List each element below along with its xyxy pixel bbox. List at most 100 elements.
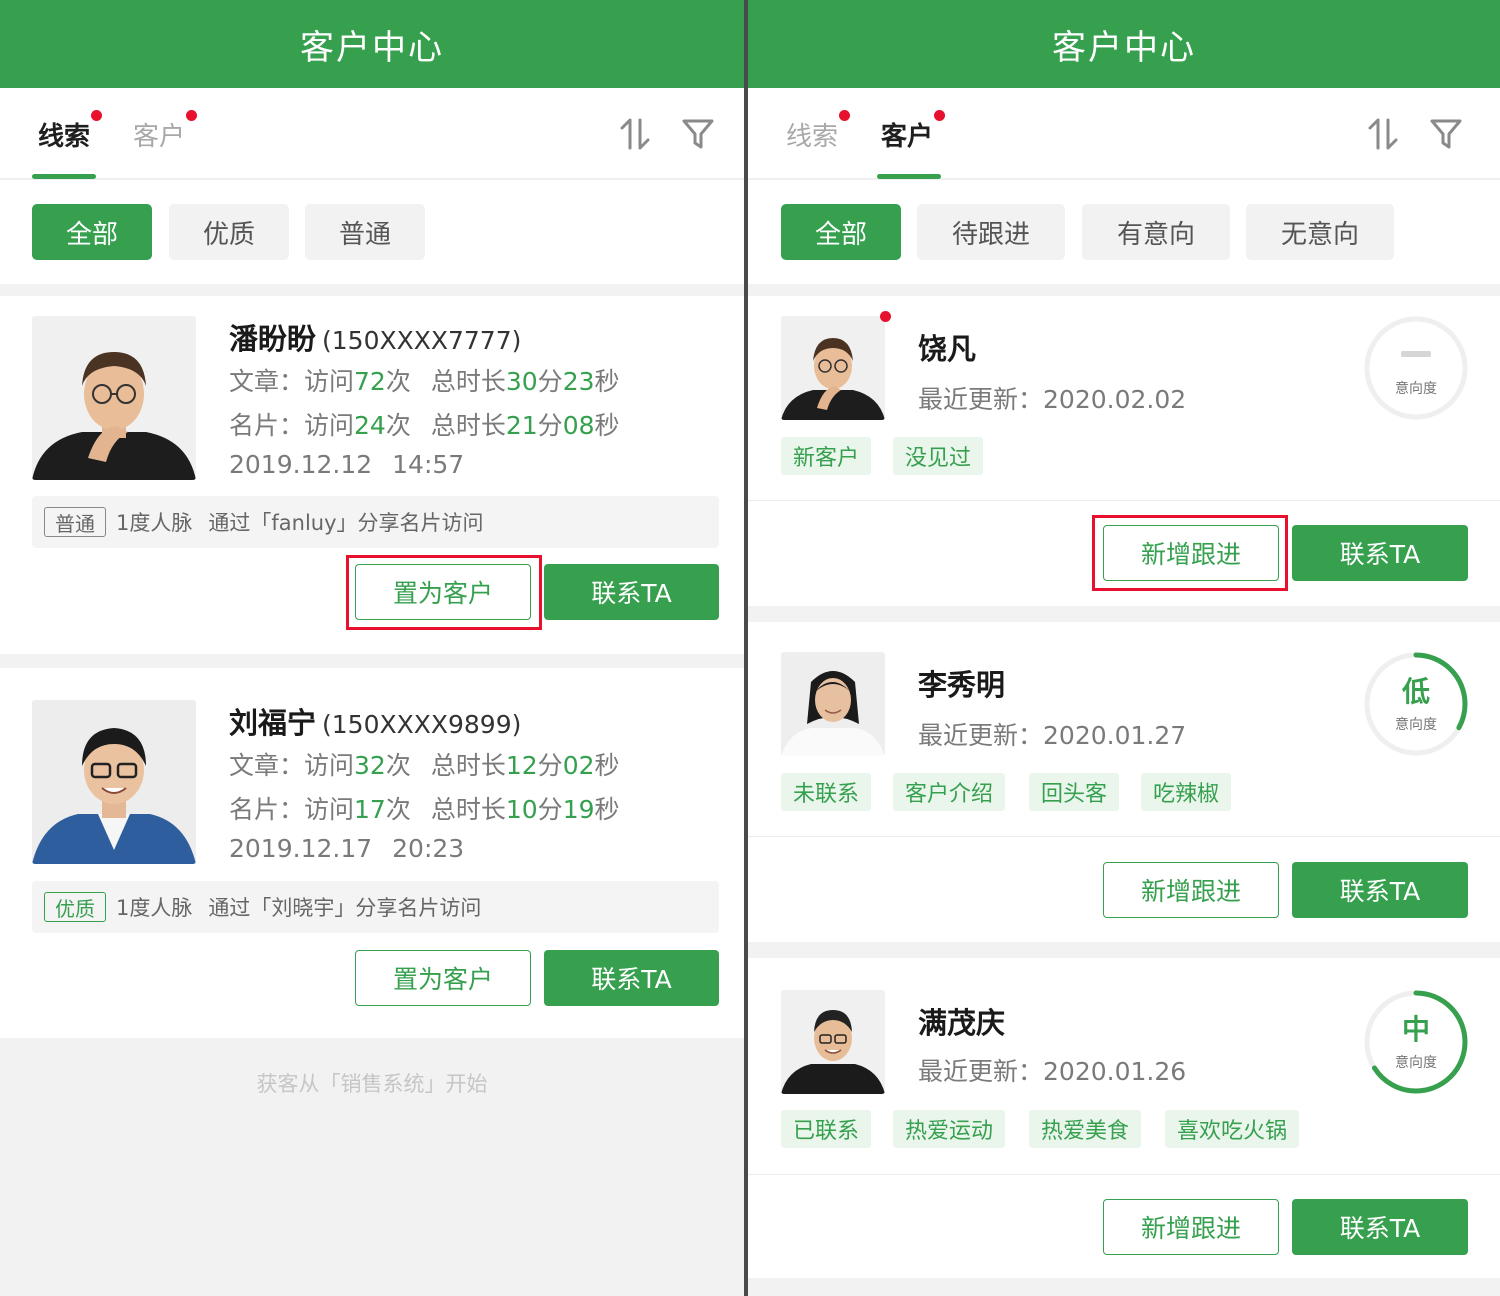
add-follow-up-button[interactable]: 新增跟进 bbox=[1103, 862, 1279, 918]
set-as-customer-button[interactable]: 置为客户 bbox=[355, 950, 531, 1006]
unit-text: 秒 bbox=[594, 367, 620, 396]
source-text: 通过「刘晓宇」分享名片访问 bbox=[208, 896, 482, 920]
contact-button[interactable]: 联系TA bbox=[1292, 862, 1468, 918]
lead-name: 潘盼盼 bbox=[229, 322, 317, 356]
intent-value: 低 bbox=[1401, 675, 1430, 708]
customer-card: 李秀明 最近更新：2020.01.27 低 意向度 未联系 客户介绍 回头客 吃… bbox=[748, 622, 1500, 942]
contact-button[interactable]: 联系TA bbox=[1292, 525, 1468, 581]
stat-label: 名片：访问 bbox=[229, 411, 355, 440]
intent-label: 意向度 bbox=[1395, 1055, 1437, 1071]
stat-label: 总时长 bbox=[430, 411, 506, 440]
avatar bbox=[781, 316, 885, 420]
tab-leads[interactable]: 线索 bbox=[38, 110, 103, 153]
duration-seconds: 08 bbox=[562, 411, 595, 440]
customer-tag: 喜欢吃火锅 bbox=[1165, 1110, 1300, 1148]
avatar bbox=[32, 700, 196, 864]
visit-count: 24 bbox=[354, 411, 386, 440]
filter-normal[interactable]: 普通 bbox=[305, 204, 425, 260]
tab-customers[interactable]: 客户 bbox=[133, 110, 198, 153]
stat-label: 文章：访问 bbox=[229, 751, 355, 780]
unit-text: 分 bbox=[537, 367, 563, 396]
source-text: 通过「fanluy」分享名片访问 bbox=[208, 511, 484, 535]
visit-time: 20:23 bbox=[392, 834, 465, 863]
unit-text: 次 bbox=[385, 795, 411, 824]
avatar bbox=[781, 652, 885, 756]
duration-minutes: 12 bbox=[505, 751, 538, 780]
filter-all[interactable]: 全部 bbox=[32, 204, 152, 260]
filter-interested[interactable]: 有意向 bbox=[1082, 204, 1230, 260]
stat-label: 总时长 bbox=[430, 367, 506, 396]
filter-all[interactable]: 全部 bbox=[781, 204, 901, 260]
degree-text: 1度人脉 bbox=[116, 511, 193, 535]
leads-screen: 客户中心 线索 客户 全部 优质 普通 潘盼盼 (150XXXX7777) 文章… bbox=[0, 0, 744, 1296]
duration-minutes: 21 bbox=[505, 411, 538, 440]
update-label: 最近更新： bbox=[918, 721, 1044, 750]
customer-tag: 热爱运动 bbox=[893, 1110, 1006, 1148]
tab-label: 客户 bbox=[133, 122, 186, 152]
level-badge: 优质 bbox=[44, 892, 106, 922]
intent-value: 中 bbox=[1401, 1013, 1430, 1046]
duration-seconds: 02 bbox=[562, 751, 595, 780]
lead-card: 刘福宁 (150XXXX9899) 文章：访问32次 总时长12分02秒 名片：访问… bbox=[0, 668, 744, 1038]
customer-tag: 已联系 bbox=[781, 1110, 872, 1148]
intent-gauge: 中 意向度 bbox=[1364, 990, 1468, 1094]
unit-text: 分 bbox=[537, 795, 563, 824]
highlight-box bbox=[346, 555, 542, 630]
visit-count: 72 bbox=[354, 367, 386, 396]
avatar bbox=[32, 316, 196, 480]
visit-datetime: 2019.12.12 14:57 bbox=[229, 450, 464, 479]
customer-name: 满茂庆 bbox=[918, 1006, 1006, 1040]
filter-not-interested[interactable]: 无意向 bbox=[1246, 204, 1394, 260]
visit-count: 17 bbox=[354, 795, 386, 824]
customer-tag: 没见过 bbox=[893, 437, 984, 475]
header: 客户中心 bbox=[748, 0, 1500, 88]
lead-name: 刘福宁 bbox=[229, 706, 317, 740]
last-update: 最近更新：2020.01.27 bbox=[918, 716, 1186, 752]
level-badge: 普通 bbox=[44, 507, 106, 537]
customer-tag: 未联系 bbox=[781, 773, 872, 811]
tab-customers[interactable]: 客户 bbox=[881, 110, 946, 153]
visit-date: 2019.12.17 bbox=[229, 834, 373, 863]
page-title: 客户中心 bbox=[1052, 27, 1196, 68]
contact-button[interactable]: 联系TA bbox=[544, 564, 719, 620]
filter-icon[interactable] bbox=[1428, 116, 1464, 152]
unit-text: 秒 bbox=[594, 411, 620, 440]
footer-note: 获客从「销售系统」开始 bbox=[256, 1072, 488, 1096]
tab-leads[interactable]: 线索 bbox=[786, 110, 851, 153]
tab-label: 线索 bbox=[38, 122, 91, 152]
last-update: 最近更新：2020.01.26 bbox=[918, 1052, 1186, 1088]
page-title: 客户中心 bbox=[300, 27, 444, 68]
filter-quality[interactable]: 优质 bbox=[169, 204, 289, 260]
divider bbox=[748, 836, 1500, 837]
sort-icon[interactable] bbox=[1366, 116, 1402, 152]
tab-label: 线索 bbox=[786, 122, 839, 152]
degree-text: 1度人脉 bbox=[116, 896, 193, 920]
highlight-box bbox=[1092, 515, 1288, 591]
unit-text: 次 bbox=[385, 367, 411, 396]
divider bbox=[748, 1174, 1500, 1175]
article-stats: 文章：访问72次 总时长30分23秒 bbox=[229, 362, 620, 398]
duration-seconds: 19 bbox=[562, 795, 595, 824]
duration-minutes: 30 bbox=[505, 367, 538, 396]
visit-datetime: 2019.12.17 20:23 bbox=[229, 834, 464, 863]
customer-name: 李秀明 bbox=[918, 668, 1006, 702]
sort-icon[interactable] bbox=[618, 116, 654, 152]
customer-card: 饶凡 最近更新：2020.02.02 意向度 新客户 没见过 新增跟进 联系TA bbox=[748, 296, 1500, 606]
filter-pending[interactable]: 待跟进 bbox=[917, 204, 1065, 260]
last-update: 最近更新：2020.02.02 bbox=[918, 380, 1186, 416]
unread-dot bbox=[839, 110, 851, 121]
unit-text: 分 bbox=[537, 751, 563, 780]
filter-icon[interactable] bbox=[680, 116, 716, 152]
add-follow-up-button[interactable]: 新增跟进 bbox=[1103, 1199, 1279, 1255]
source-bar: 普通 1度人脉 通过「fanluy」分享名片访问 bbox=[32, 496, 719, 548]
lead-name-line: 潘盼盼 (150XXXX7777) bbox=[229, 316, 521, 358]
update-date: 2020.01.27 bbox=[1043, 721, 1187, 750]
source-bar: 优质 1度人脉 通过「刘晓宇」分享名片访问 bbox=[32, 881, 719, 933]
visit-time: 14:57 bbox=[392, 450, 465, 479]
intent-gauge: 意向度 bbox=[1364, 316, 1468, 420]
intent-label: 意向度 bbox=[1395, 717, 1437, 733]
contact-button[interactable]: 联系TA bbox=[1292, 1199, 1468, 1255]
duration-minutes: 10 bbox=[505, 795, 538, 824]
unit-text: 次 bbox=[385, 751, 411, 780]
contact-button[interactable]: 联系TA bbox=[544, 950, 719, 1006]
